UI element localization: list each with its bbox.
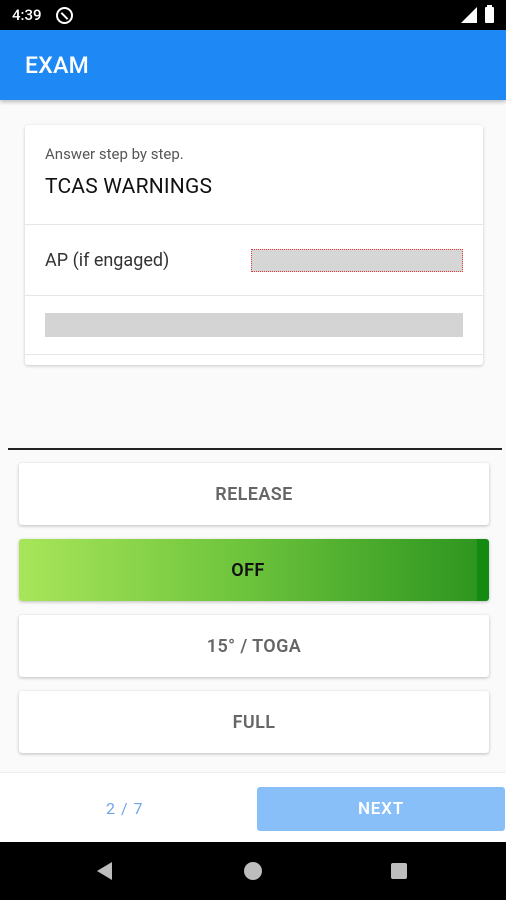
back-icon[interactable] (97, 862, 112, 880)
answer-slot-empty (45, 313, 463, 337)
status-time: 4:39 (12, 6, 42, 24)
option-button-off[interactable]: OFF (19, 539, 489, 601)
system-nav-bar (0, 842, 506, 900)
status-bar: 4:39 (0, 0, 506, 30)
divider (8, 448, 502, 450)
option-button-full[interactable]: FULL (19, 691, 489, 753)
step-row (25, 296, 483, 355)
option-button-release[interactable]: RELEASE (19, 463, 489, 525)
app-bar: EXAM (0, 30, 506, 100)
status-icons (461, 5, 494, 23)
recents-icon[interactable] (391, 863, 407, 879)
home-icon[interactable] (244, 862, 262, 880)
step-row: AP (if engaged) (25, 225, 483, 296)
step-label: AP (if engaged) (45, 249, 170, 271)
next-button[interactable]: NEXT (257, 787, 505, 831)
question-card: Answer step by step. TCAS WARNINGS AP (i… (25, 125, 483, 365)
progress-indicator: 2 / 7 (106, 799, 144, 818)
bottom-bar: 2 / 7 NEXT (0, 772, 506, 842)
answer-slot-current[interactable] (251, 248, 463, 272)
battery-icon (485, 5, 494, 23)
question-title: TCAS WARNINGS (45, 175, 213, 199)
option-button-15-toga[interactable]: 15° / TOGA (19, 615, 489, 677)
app-title: EXAM (25, 51, 90, 79)
question-header: Answer step by step. TCAS WARNINGS (25, 125, 483, 225)
question-instruction: Answer step by step. (45, 145, 184, 163)
signal-icon (461, 7, 477, 23)
do-not-disturb-icon (55, 6, 73, 24)
